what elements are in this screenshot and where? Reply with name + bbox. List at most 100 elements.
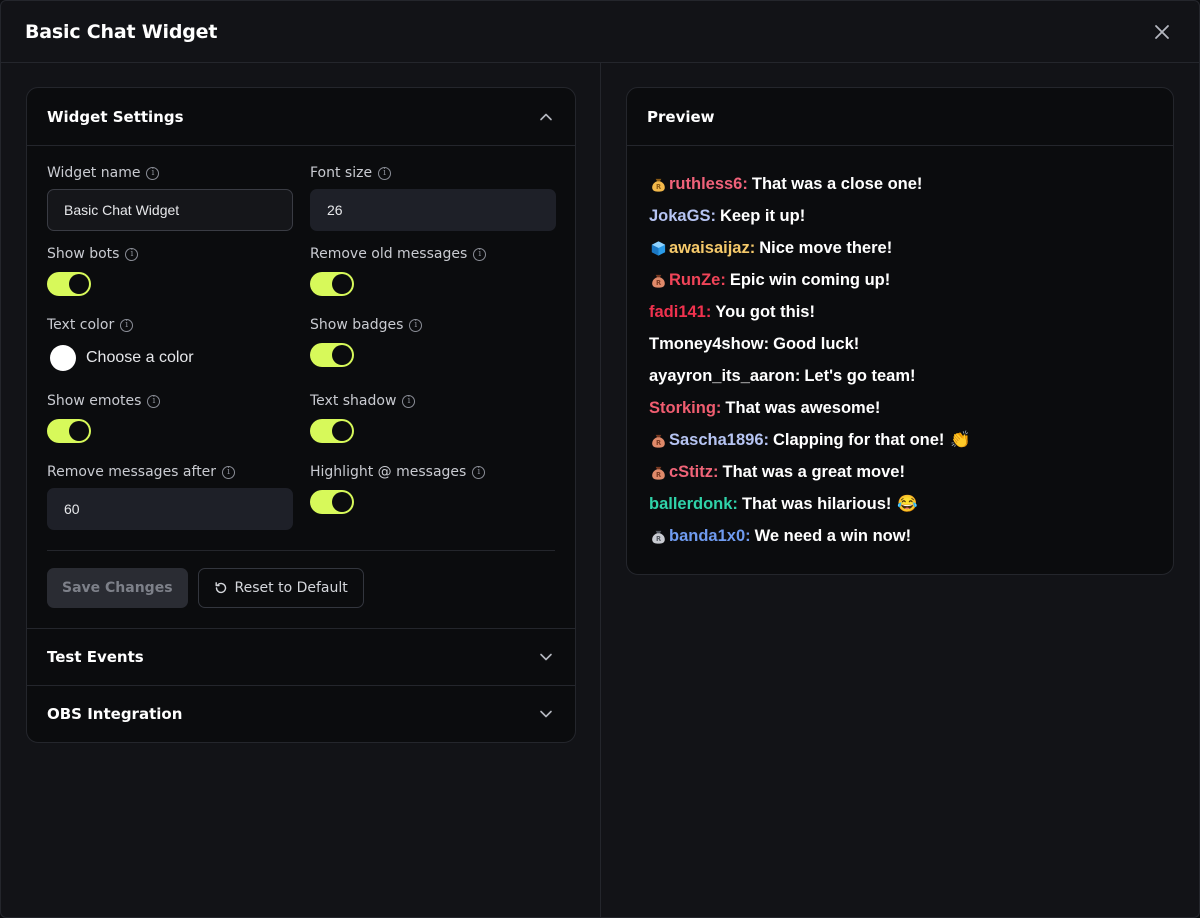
chat-message: Storking: That was awesome! [649, 392, 1151, 424]
widget-name-input[interactable]: Basic Chat Widget [47, 189, 293, 231]
chat-message: RcStitz: That was a great move! [649, 456, 1151, 488]
remove-old-messages-label: Remove old messages [310, 246, 468, 262]
chevron-down-icon[interactable] [539, 707, 553, 721]
svg-text:R: R [655, 279, 660, 287]
chat-username: Tmoney4show: [649, 334, 770, 353]
info-icon[interactable]: i [222, 465, 236, 479]
remove-old-messages-toggle[interactable] [310, 272, 354, 296]
chat-text: That was awesome! [725, 398, 881, 417]
settings-column: Widget Settings Widget name i Basic Chat … [1, 63, 601, 917]
chat-username: fadi141: [649, 302, 712, 321]
chat-text: Epic win coming up! [729, 270, 891, 289]
test-events-section[interactable]: Test Events [27, 628, 575, 685]
chat-username: ballerdonk: [649, 494, 738, 513]
chat-message: R RunZe: Epic win coming up! [649, 264, 1151, 296]
test-events-title: Test Events [47, 648, 144, 666]
show-badges-label: Show badges [310, 317, 404, 333]
chat-preview: Rruthless6: That was a close one! JokaGS: K… [627, 146, 1173, 574]
chat-message: R Sascha1896: Clapping for that one! 👏 [649, 424, 1151, 456]
ice-cube-icon [649, 239, 667, 257]
text-shadow-label: Text shadow [310, 393, 397, 409]
remove-messages-after-input[interactable]: 60 [47, 488, 293, 530]
chevron-up-icon[interactable] [539, 110, 553, 124]
money-bag-red-icon: R [649, 271, 667, 289]
obs-integration-title: OBS Integration [47, 705, 183, 723]
chat-username: ruthless6: [669, 174, 748, 193]
svg-text:R: R [655, 183, 660, 191]
svg-text:R: R [655, 535, 660, 543]
chat-username: Sascha1896: [669, 430, 769, 449]
info-icon[interactable]: i [409, 318, 423, 332]
font-size-field: Font size i 26 [310, 164, 556, 231]
chat-text: That was a close one! [751, 174, 923, 193]
highlight-messages-toggle[interactable] [310, 490, 354, 514]
chevron-down-icon[interactable] [539, 650, 553, 664]
widget-settings-title: Widget Settings [47, 107, 184, 126]
chat-text: Nice move there! [759, 238, 893, 257]
money-bag-gold-icon: R [649, 175, 667, 193]
highlight-messages-label: Highlight @ messages [310, 464, 467, 480]
chat-message: JokaGS: Keep it up! [649, 200, 1151, 232]
info-icon[interactable]: i [472, 465, 486, 479]
info-icon[interactable]: i [120, 318, 134, 332]
info-icon[interactable]: i [146, 166, 160, 180]
chat-username: Storking: [649, 398, 722, 417]
chat-message: Tmoney4show: Good luck! [649, 328, 1151, 360]
svg-text:R: R [655, 471, 660, 479]
chat-message: ballerdonk: That was hilarious! 😂 [649, 488, 1151, 520]
color-swatch[interactable] [50, 345, 76, 371]
show-badges-toggle[interactable] [310, 343, 354, 367]
preview-header: Preview [627, 88, 1173, 145]
chat-text: We need a win now! [754, 526, 912, 545]
show-emotes-label: Show emotes [47, 393, 142, 409]
chat-text: Keep it up! [719, 206, 806, 225]
settings-card: Widget Settings Widget name i Basic Chat … [26, 87, 576, 743]
chat-username: JokaGS: [649, 206, 716, 225]
money-bag-gray-icon: R [649, 527, 667, 545]
font-size-input[interactable]: 26 [310, 189, 556, 231]
widget-settings-header[interactable]: Widget Settings [27, 88, 575, 145]
chat-text: Clapping for that one! [773, 430, 945, 449]
chat-username: awaisaijaz: [669, 238, 756, 257]
chat-username: RunZe: [669, 270, 726, 289]
obs-integration-section[interactable]: OBS Integration [27, 685, 575, 742]
emoji-icon: 😂 [897, 494, 918, 513]
info-icon[interactable]: i [473, 247, 487, 261]
money-bag-red-icon: R [649, 431, 667, 449]
close-icon[interactable] [1153, 23, 1171, 41]
chat-text: You got this! [715, 302, 815, 321]
chat-message: Rbanda1x0: We need a win now! [649, 520, 1151, 552]
show-bots-toggle[interactable] [47, 272, 91, 296]
show-bots-label: Show bots [47, 246, 120, 262]
chat-username: banda1x0: [669, 526, 751, 545]
reset-to-default-button[interactable]: Reset to Default [197, 568, 364, 608]
info-icon[interactable]: i [147, 394, 161, 408]
remove-messages-after-label: Remove messages after [47, 464, 217, 480]
chat-message: fadi141: You got this! [649, 296, 1151, 328]
modal-title: Basic Chat Widget [25, 20, 218, 43]
modal-header: Basic Chat Widget [1, 1, 1199, 63]
chat-message: awaisaijaz: Nice move there! [649, 232, 1151, 264]
choose-color-text: Choose a color [86, 349, 194, 366]
widget-name-label: Widget name [47, 165, 141, 181]
text-shadow-toggle[interactable] [310, 419, 354, 443]
info-icon[interactable]: i [402, 394, 416, 408]
chat-message: ayayron_its_aaron: Let's go team! [649, 360, 1151, 392]
money-bag-red-icon: R [649, 463, 667, 481]
chat-message: Rruthless6: That was a close one! [649, 168, 1151, 200]
chat-text: Good luck! [773, 334, 860, 353]
text-color-label: Text color [47, 317, 115, 333]
info-icon[interactable]: i [378, 166, 392, 180]
chat-text: That was hilarious! [741, 494, 892, 513]
show-emotes-toggle[interactable] [47, 419, 91, 443]
preview-card: Preview Rruthless6: That was a close one!… [626, 87, 1174, 575]
preview-title: Preview [647, 107, 715, 126]
widget-name-field: Widget name i Basic Chat Widget [47, 164, 293, 231]
info-icon[interactable]: i [125, 247, 139, 261]
chat-text: Let's go team! [804, 366, 916, 385]
preview-column: Preview Rruthless6: That was a close one!… [601, 63, 1199, 917]
text-color-picker[interactable]: Choose a color [47, 345, 293, 371]
save-changes-button[interactable]: Save Changes [47, 568, 188, 608]
chat-text: That was a great move! [722, 462, 905, 481]
font-size-label: Font size [310, 165, 373, 181]
